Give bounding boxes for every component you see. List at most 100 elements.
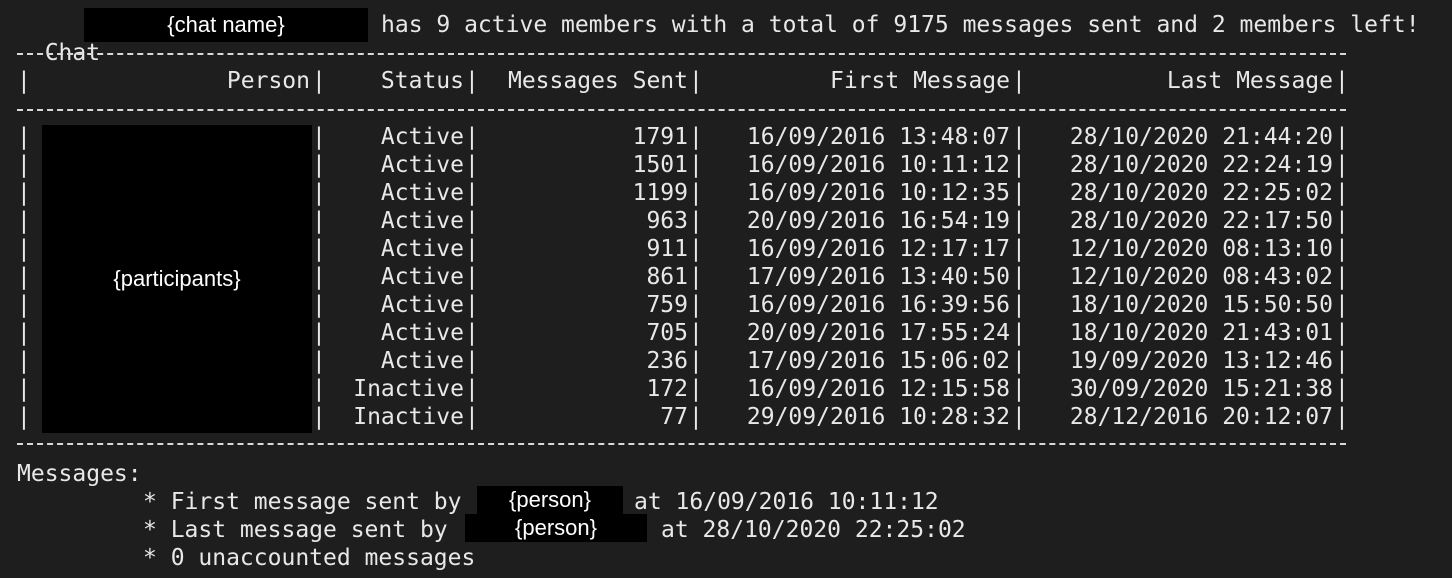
column-separator: |	[312, 376, 326, 402]
column-separator: |	[17, 208, 31, 234]
cell-messages-sent: 1791	[632, 124, 688, 150]
cell-first-message: 17/09/2016 15:06:02	[746, 348, 1010, 374]
cell-first-message: 16/09/2016 12:15:58	[746, 376, 1010, 402]
cell-first-message: 16/09/2016 10:11:12	[746, 152, 1010, 178]
cell-first-message: 16/09/2016 12:17:17	[746, 236, 1010, 262]
column-separator: |	[689, 348, 703, 374]
participants-placeholder: {participants}	[113, 266, 241, 291]
cell-status: Inactive	[353, 376, 464, 402]
column-separator: |	[689, 208, 703, 234]
cell-last-message: 28/10/2020 22:17:50	[1069, 208, 1333, 234]
column-separator: |	[17, 264, 31, 290]
cell-messages-sent: 236	[646, 348, 688, 374]
column-separator: |	[312, 180, 326, 206]
cell-last-message: 18/10/2020 21:43:01	[1069, 320, 1333, 346]
column-separator: |	[1335, 180, 1349, 206]
cell-status: Active	[380, 208, 464, 234]
column-separator: |	[17, 180, 31, 206]
cell-messages-sent: 77	[660, 404, 688, 430]
first-person-placeholder: {person}	[509, 487, 591, 512]
column-separator: |	[17, 376, 31, 402]
column-separator: |	[1012, 180, 1026, 206]
cell-status: Active	[380, 180, 464, 206]
column-separator: |	[1012, 320, 1026, 346]
last-message-suffix: at 28/10/2020 22:25:02	[661, 517, 966, 543]
column-separator: |	[1335, 152, 1349, 178]
column-separator: |	[465, 404, 479, 430]
first-person-redaction: {person}	[477, 486, 623, 514]
cell-messages-sent: 759	[646, 292, 688, 318]
column-separator: |	[465, 236, 479, 262]
column-separator: |	[689, 236, 703, 262]
cell-messages-sent: 911	[646, 236, 688, 262]
column-separator: |	[312, 348, 326, 374]
column-separator: |	[1012, 208, 1026, 234]
cell-status: Active	[380, 236, 464, 262]
last-message-prefix: * Last message sent by	[143, 517, 448, 543]
column-separator: |	[1012, 404, 1026, 430]
cell-status: Active	[380, 152, 464, 178]
column-separator: |	[312, 292, 326, 318]
column-separator: |	[465, 208, 479, 234]
column-separator: |	[17, 152, 31, 178]
cell-last-message: 18/10/2020 15:50:50	[1069, 292, 1333, 318]
cell-messages-sent: 1501	[632, 152, 688, 178]
cell-first-message: 16/09/2016 16:39:56	[746, 292, 1010, 318]
column-separator: |	[312, 404, 326, 430]
cell-first-message: 16/09/2016 10:12:35	[746, 180, 1010, 206]
column-separator: |	[1335, 320, 1349, 346]
column-separator: |	[689, 152, 703, 178]
column-separator: |	[465, 264, 479, 290]
cell-messages-sent: 705	[646, 320, 688, 346]
cell-status: Inactive	[353, 404, 464, 430]
column-separator: |	[1012, 124, 1026, 150]
column-separator: |	[465, 124, 479, 150]
column-separator: |	[689, 292, 703, 318]
cell-last-message: 28/10/2020 22:24:19	[1069, 152, 1333, 178]
column-separator: |	[17, 348, 31, 374]
cell-last-message: 28/10/2020 22:25:02	[1069, 180, 1333, 206]
table-header-row: | Person | Status | Messages Sent | Firs…	[17, 68, 1349, 94]
cell-last-message: 30/09/2020 15:21:38	[1069, 376, 1333, 402]
column-separator: |	[1335, 208, 1349, 234]
column-separator: |	[1012, 292, 1026, 318]
column-separator: |	[689, 180, 703, 206]
column-separator: |	[1012, 236, 1026, 262]
cell-status: Active	[380, 320, 464, 346]
column-separator: |	[465, 348, 479, 374]
header-first-message: First Message	[829, 68, 1010, 94]
column-separator: |	[689, 376, 703, 402]
column-separator: |	[312, 320, 326, 346]
header-last-message: Last Message	[1166, 68, 1333, 94]
column-separator: |	[1335, 292, 1349, 318]
column-separator: |	[465, 376, 479, 402]
table-bottom-rule	[17, 443, 1346, 445]
column-separator: |	[312, 152, 326, 178]
cell-last-message: 28/12/2016 20:12:07	[1069, 404, 1333, 430]
column-separator: |	[312, 124, 326, 150]
column-separator: |	[1012, 264, 1026, 290]
first-message-suffix: at 16/09/2016 10:11:12	[634, 489, 939, 515]
cell-messages-sent: 861	[646, 264, 688, 290]
column-separator: |	[1335, 236, 1349, 262]
header-bottom-rule	[17, 109, 1346, 111]
chat-name-placeholder: {chat name}	[167, 12, 285, 37]
column-separator: |	[312, 264, 326, 290]
summary-suffix: has 9 active members with a total of 917…	[381, 12, 1420, 38]
column-separator: |	[17, 292, 31, 318]
cell-status: Active	[380, 348, 464, 374]
header-messages-sent: Messages Sent	[507, 68, 688, 94]
column-separator: |	[1012, 376, 1026, 402]
column-separator: |	[1335, 404, 1349, 430]
column-separator: |	[17, 236, 31, 262]
cell-first-message: 20/09/2016 17:55:24	[746, 320, 1010, 346]
column-separator: |	[689, 404, 703, 430]
header-person: Person	[226, 68, 310, 94]
column-separator: |	[465, 292, 479, 318]
first-message-prefix: * First message sent by	[143, 489, 462, 515]
column-separator: |	[1335, 124, 1349, 150]
cell-messages-sent: 172	[646, 376, 688, 402]
column-separator: |	[1012, 152, 1026, 178]
column-separator: |	[17, 124, 31, 150]
chat-name-redaction: {chat name}	[84, 8, 368, 42]
